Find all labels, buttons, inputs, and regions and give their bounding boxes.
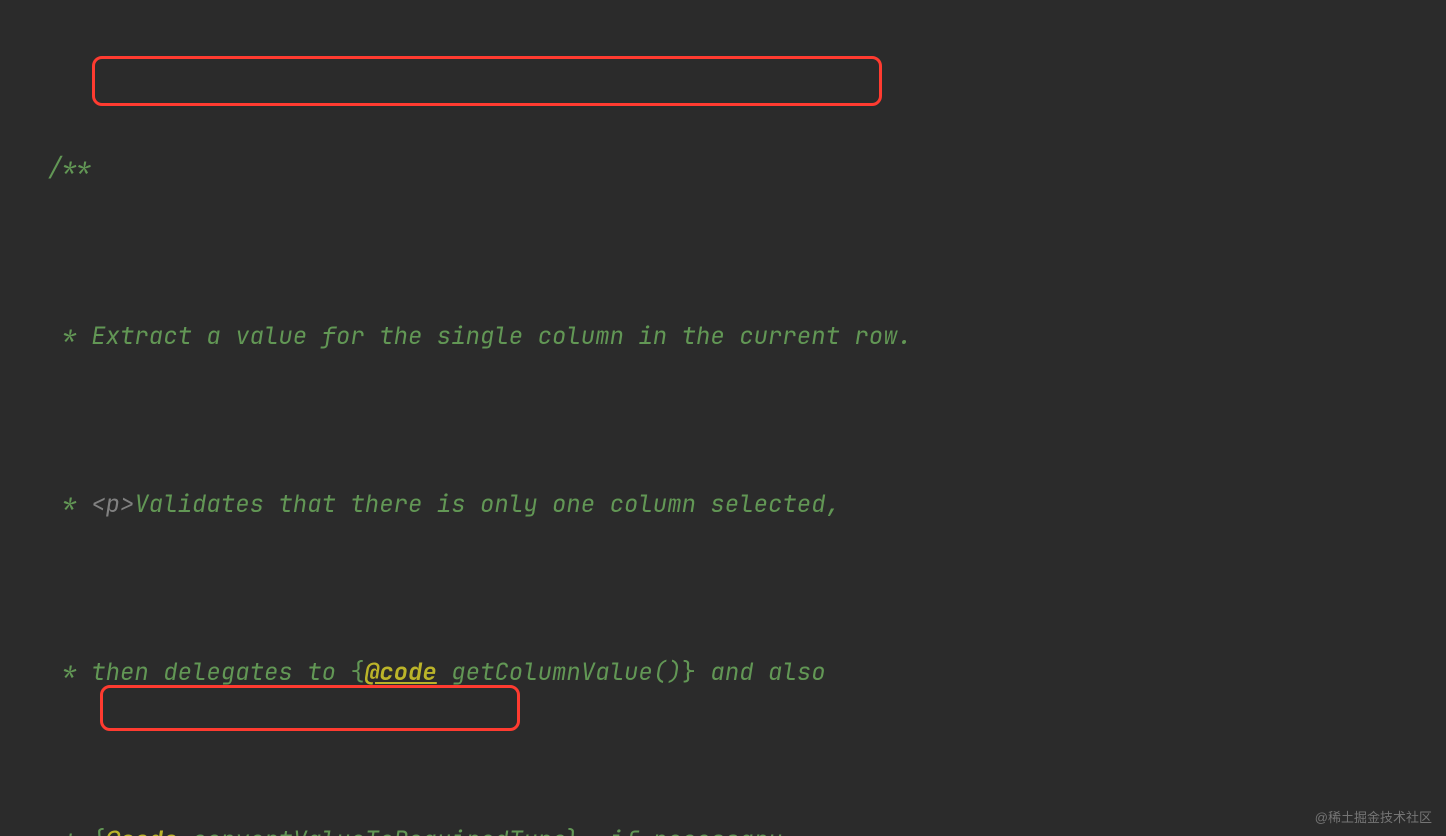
javadoc-line: * Extract a value for the single column … [48,316,1446,358]
watermark: @稀土掘金技术社区 [1315,807,1432,826]
highlight-box-1 [92,56,882,106]
javadoc-open: /** [48,148,1446,190]
javadoc-line: * {@code convertValueToRequiredType}, if… [48,820,1446,836]
javadoc-line: * <p>Validates that there is only one co… [48,484,1446,526]
javadoc-line: * then delegates to {@code getColumnValu… [48,652,1446,694]
code-editor[interactable]: /** * Extract a value for the single col… [0,0,1446,836]
